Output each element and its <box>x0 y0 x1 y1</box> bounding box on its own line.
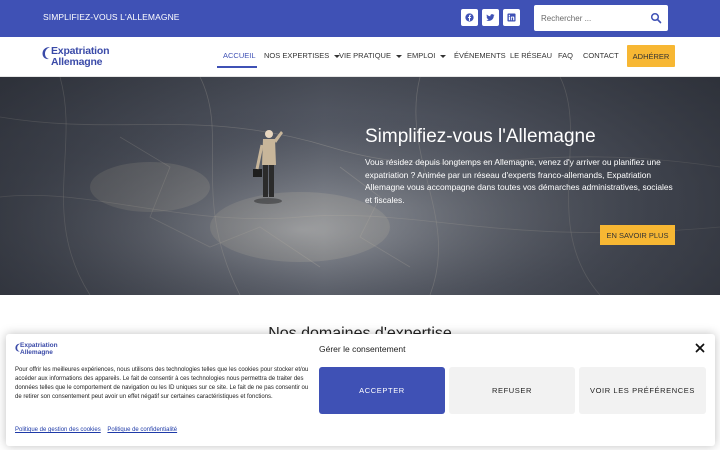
nav-label: ACCUEIL <box>223 51 256 60</box>
close-icon[interactable] <box>695 343 705 353</box>
twitter-icon[interactable] <box>482 9 499 26</box>
accept-button[interactable]: ACCEPTER <box>319 367 445 414</box>
search-input[interactable] <box>534 5 644 31</box>
main-header: Expatriation Allemagne ACCUEIL NOS EXPER… <box>0 37 720 77</box>
join-button[interactable]: ADHÉRER <box>627 45 675 67</box>
businessman-figurine-image <box>253 130 283 204</box>
facebook-icon[interactable] <box>461 9 478 26</box>
nav-active-indicator <box>217 66 257 68</box>
site-logo[interactable]: Expatriation Allemagne <box>42 44 122 70</box>
cookie-logo-line-1: Expatriation <box>20 342 58 349</box>
cookie-title: Gérer le consentement <box>319 344 406 354</box>
search-icon[interactable] <box>650 12 662 24</box>
nav-label: EMPLOI <box>407 51 436 60</box>
learn-more-button[interactable]: EN SAVOIR PLUS <box>600 225 675 245</box>
cookie-policy-link[interactable]: Politique de gestion des cookies <box>15 427 101 433</box>
cookie-logo: Expatriation Allemagne <box>15 342 75 358</box>
nav-label: CONTACT <box>583 51 619 60</box>
hero-title: Simplifiez-vous l'Allemagne <box>365 126 596 147</box>
top-bar: SIMPLIFIEZ-VOUS L'ALLEMAGNE <box>0 0 720 37</box>
refuse-button[interactable]: REFUSER <box>449 367 575 414</box>
nav-label: VIE PRATIQUE <box>339 51 391 60</box>
nav-item-nos-expertises[interactable]: NOS EXPERTISES <box>264 51 341 60</box>
cookie-links: Politique de gestion des cookies Politiq… <box>15 427 182 433</box>
nav-item-accueil[interactable]: ACCUEIL <box>223 51 256 60</box>
view-preferences-button[interactable]: VOIR LES PRÉFÉRENCES <box>579 367 706 414</box>
hero-description: Vous résidez depuis longtemps en Allemag… <box>365 157 673 205</box>
nav-label: FAQ <box>558 51 574 60</box>
nav-item-le-reseau[interactable]: LE RÉSEAU <box>510 51 552 60</box>
cookie-message: Pour offrir les meilleures expériences, … <box>15 367 309 400</box>
nav-label: ÉVÉNEMENTS <box>454 51 506 60</box>
linkedin-icon[interactable] <box>503 9 520 26</box>
nav-item-vie-pratique[interactable]: VIE PRATIQUE <box>339 51 402 60</box>
nav-label: LE RÉSEAU <box>510 51 553 60</box>
nav-item-faq[interactable]: FAQ <box>558 51 573 60</box>
chevron-down-icon <box>395 54 402 58</box>
nav-item-emploi[interactable]: EMPLOI <box>407 51 447 60</box>
search-box <box>534 5 668 31</box>
cookie-consent-banner: Expatriation Allemagne Gérer le consente… <box>6 334 715 446</box>
nav-item-contact[interactable]: CONTACT <box>583 51 619 60</box>
logo-line-2: Allemagne <box>51 56 103 68</box>
chevron-down-icon <box>440 54 447 58</box>
nav-label: NOS EXPERTISES <box>264 51 330 60</box>
hero-banner: Simplifiez-vous l'Allemagne Vous résidez… <box>0 77 720 295</box>
site-tagline: SIMPLIFIEZ-VOUS L'ALLEMAGNE <box>43 12 180 22</box>
privacy-policy-link[interactable]: Politique de confidentialité <box>107 427 177 433</box>
cookie-logo-line-2: Allemagne <box>20 349 53 356</box>
nav-item-evenements[interactable]: ÉVÉNEMENTS <box>454 51 506 60</box>
